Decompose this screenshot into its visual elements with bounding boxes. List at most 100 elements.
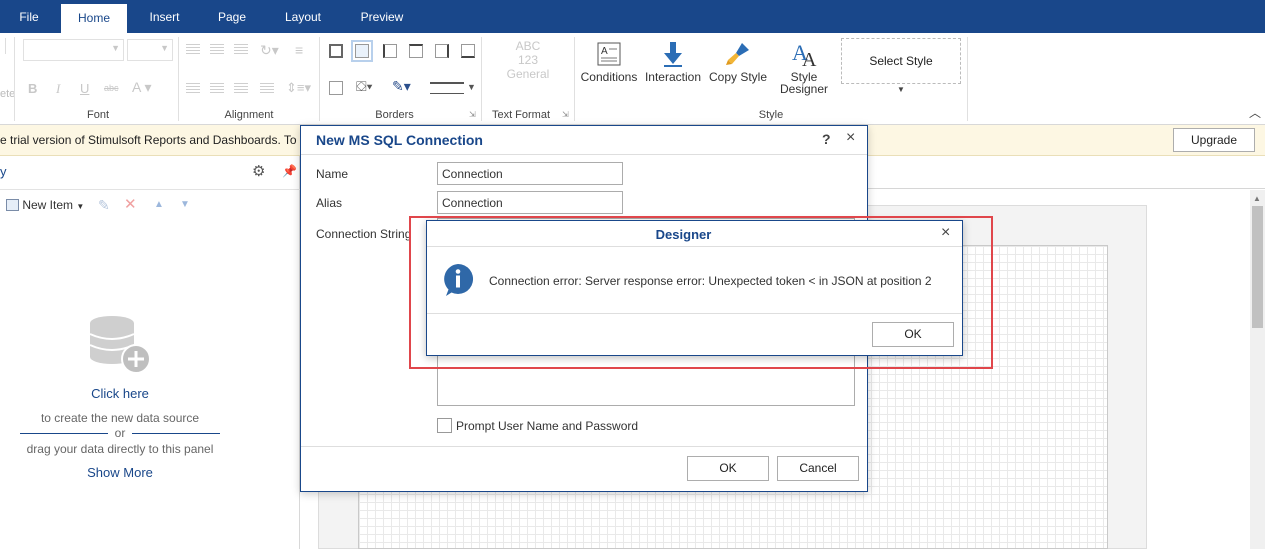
move-down-icon[interactable]: ▼	[180, 199, 190, 210]
tab-home[interactable]: Home	[61, 4, 127, 33]
style-designer-icon: A A	[792, 40, 817, 71]
interaction-label: Interaction	[644, 70, 702, 84]
align-middle-icon[interactable]	[210, 44, 224, 55]
create-hint: to create the new data source	[40, 411, 200, 425]
align-top-icon[interactable]	[186, 44, 200, 55]
highlight-box	[409, 216, 993, 369]
connection-string-label: Connection String	[316, 227, 412, 241]
name-label: Name	[316, 167, 349, 181]
conditions-button[interactable]: A Conditions	[580, 40, 638, 92]
wrap-icon[interactable]: ≡	[295, 42, 303, 58]
cancel-button[interactable]: Cancel	[777, 456, 859, 481]
italic-icon[interactable]: I	[56, 81, 60, 97]
border-all-icon[interactable]	[329, 44, 343, 58]
close-icon[interactable]: ×	[846, 129, 855, 147]
create-data-source-link[interactable]: Click here	[20, 386, 220, 401]
chevron-down-icon[interactable]: ▼	[897, 85, 905, 94]
dialog-divider	[301, 446, 867, 447]
font-size-select[interactable]: ▼	[127, 39, 173, 61]
border-top-icon[interactable]	[409, 44, 423, 58]
border-bottom-icon[interactable]	[461, 44, 475, 58]
tab-page[interactable]: Page	[204, 0, 260, 33]
dialog-title: New MS SQL Connection	[316, 132, 483, 148]
scroll-up-icon[interactable]: ▲	[1253, 194, 1261, 203]
ribbon-separator	[14, 37, 15, 121]
dialog-launcher-icon[interactable]: ⇲	[469, 110, 476, 119]
text-format-general: General	[506, 67, 550, 81]
tab-layout[interactable]: Layout	[272, 0, 334, 33]
group-label-style: Style	[758, 109, 784, 121]
prompt-credentials-checkbox[interactable]	[437, 418, 452, 433]
edit-icon[interactable]: ✎	[98, 197, 110, 214]
panel-divider	[0, 189, 300, 190]
drag-hint: drag your data directly to this panel	[26, 442, 214, 456]
or-divider: or	[20, 427, 220, 439]
upgrade-button[interactable]: Upgrade	[1173, 128, 1255, 152]
trial-text: e trial version of Stimulsoft Reports an…	[0, 133, 297, 147]
conditions-icon: A	[597, 42, 621, 66]
align-right-icon[interactable]	[234, 83, 248, 94]
underline-icon[interactable]: U	[80, 81, 89, 96]
pin-icon[interactable]: 📌	[282, 164, 297, 178]
name-field[interactable]	[437, 162, 623, 185]
ok-button[interactable]: OK	[687, 456, 769, 481]
scrollbar-thumb[interactable]	[1252, 206, 1263, 328]
alias-field[interactable]	[437, 191, 623, 214]
border-right-icon[interactable]	[435, 44, 449, 58]
copy-style-button[interactable]: Copy Style	[708, 40, 768, 92]
text-format-preview[interactable]: ABC 123 General	[500, 39, 556, 81]
fill-color-icon[interactable]: ⛋▾	[356, 78, 373, 95]
move-up-icon[interactable]: ▲	[154, 199, 164, 210]
ribbon-separator	[178, 37, 179, 121]
svg-text:A: A	[601, 46, 608, 57]
interaction-button[interactable]: Interaction	[644, 40, 702, 92]
rotate-icon[interactable]: ↻▾	[260, 42, 279, 59]
font-name-select[interactable]: ▼	[23, 39, 124, 61]
ribbon-separator	[481, 37, 482, 121]
font-color-icon[interactable]: A ▾	[132, 79, 151, 96]
new-item-icon	[6, 199, 19, 211]
style-designer-button[interactable]: A A Style Designer	[776, 40, 832, 100]
prompt-credentials-label: Prompt User Name and Password	[456, 419, 639, 433]
strikethrough-icon[interactable]: abc	[104, 83, 119, 93]
show-more-link[interactable]: Show More	[20, 465, 220, 480]
group-label-text-format: Text Format	[491, 109, 551, 121]
border-color-icon[interactable]: ✎▾	[392, 78, 411, 95]
border-none-icon[interactable]	[351, 40, 373, 62]
align-justify-icon[interactable]	[260, 83, 274, 94]
help-icon[interactable]: ?	[822, 131, 831, 147]
style-designer-label-2: Designer	[779, 82, 829, 96]
gear-icon[interactable]: ⚙	[252, 162, 265, 180]
line-spacing-icon[interactable]: ⇕≡▾	[286, 80, 311, 96]
alias-label: Alias	[316, 196, 343, 210]
chevron-down-icon: ▼	[76, 202, 85, 211]
border-style-icon[interactable]	[430, 82, 464, 94]
brush-icon	[726, 43, 749, 65]
tab-preview[interactable]: Preview	[347, 0, 417, 33]
collapse-ribbon-icon[interactable]: ︿	[1249, 104, 1261, 121]
copy-style-label: Copy Style	[708, 70, 768, 84]
border-outline-icon[interactable]	[329, 81, 343, 95]
border-left-icon[interactable]	[383, 44, 397, 58]
tab-file[interactable]: File	[0, 0, 58, 33]
new-item-button[interactable]: New Item ▼	[6, 198, 84, 212]
delete-icon[interactable]: ✕	[124, 195, 137, 213]
dialog-launcher-icon[interactable]: ⇲	[562, 110, 569, 119]
select-style-dropdown[interactable]: Select Style	[841, 38, 961, 84]
bold-icon[interactable]: B	[28, 81, 37, 96]
new-item-label: New Item	[22, 198, 74, 212]
align-left-icon[interactable]	[186, 83, 200, 94]
text-format-abc: ABC	[515, 39, 541, 53]
group-label-font: Font	[86, 109, 109, 121]
paste-label: ete	[0, 88, 16, 100]
chevron-down-icon[interactable]: ▼	[467, 82, 476, 92]
svg-text:A: A	[802, 49, 817, 68]
group-label-alignment: Alignment	[224, 109, 274, 121]
tab-insert[interactable]: Insert	[136, 0, 193, 33]
group-label-borders: Borders	[375, 109, 414, 121]
align-bottom-icon[interactable]	[234, 44, 248, 55]
ribbon-separator	[967, 37, 968, 121]
align-center-icon[interactable]	[210, 83, 224, 94]
text-format-123: 123	[517, 53, 539, 67]
database-add-icon[interactable]	[88, 314, 152, 374]
